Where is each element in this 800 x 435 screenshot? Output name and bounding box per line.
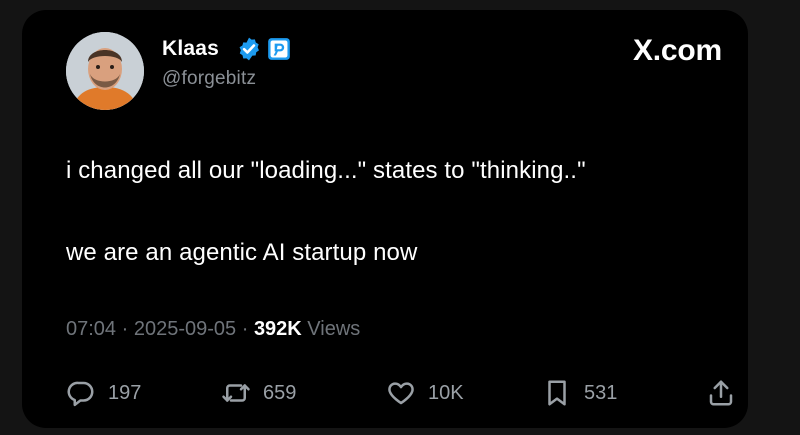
author-handle[interactable]: @forgebitz [162, 68, 256, 90]
author-name[interactable]: Klaas [162, 37, 219, 61]
reply-button[interactable]: 197 [66, 378, 141, 408]
badges [236, 36, 292, 62]
avatar[interactable] [66, 32, 144, 110]
brand-logo: X.com [632, 34, 722, 67]
tweet-text-line-2: we are an agentic AI startup now [66, 239, 418, 266]
tweet-meta: 07:04 · 2025-09-05 · 392K Views [66, 318, 360, 341]
meta-separator: · [236, 318, 254, 340]
reply-icon [67, 381, 94, 407]
tweet-card: Klaas @forgebitz X.com i changed all our… [22, 10, 748, 428]
bookmark-icon [548, 380, 566, 406]
bookmark-button[interactable]: 531 [542, 378, 617, 408]
tweet-date[interactable]: 2025-09-05 [134, 318, 236, 340]
repost-icon [222, 384, 250, 402]
affiliate-badge-icon[interactable] [266, 36, 292, 62]
bookmark-count: 531 [584, 381, 618, 404]
share-icon [709, 380, 733, 406]
views-label: Views [301, 318, 361, 340]
share-button[interactable] [706, 378, 736, 408]
heart-icon [388, 382, 414, 405]
repost-count: 659 [263, 381, 297, 404]
meta-separator: · [116, 318, 134, 340]
action-bar: 197 659 10K 531 [66, 378, 746, 418]
tweet-time[interactable]: 07:04 [66, 318, 116, 340]
views-count: 392K [253, 318, 302, 340]
like-button[interactable]: 10K [386, 378, 464, 408]
like-count: 10K [428, 381, 464, 404]
verified-badge-icon[interactable] [236, 36, 262, 62]
reply-count: 197 [108, 381, 142, 404]
avatar-image [66, 32, 144, 110]
repost-button[interactable]: 659 [221, 378, 296, 408]
tweet-text-line-1: i changed all our "loading..." states to… [66, 157, 586, 184]
